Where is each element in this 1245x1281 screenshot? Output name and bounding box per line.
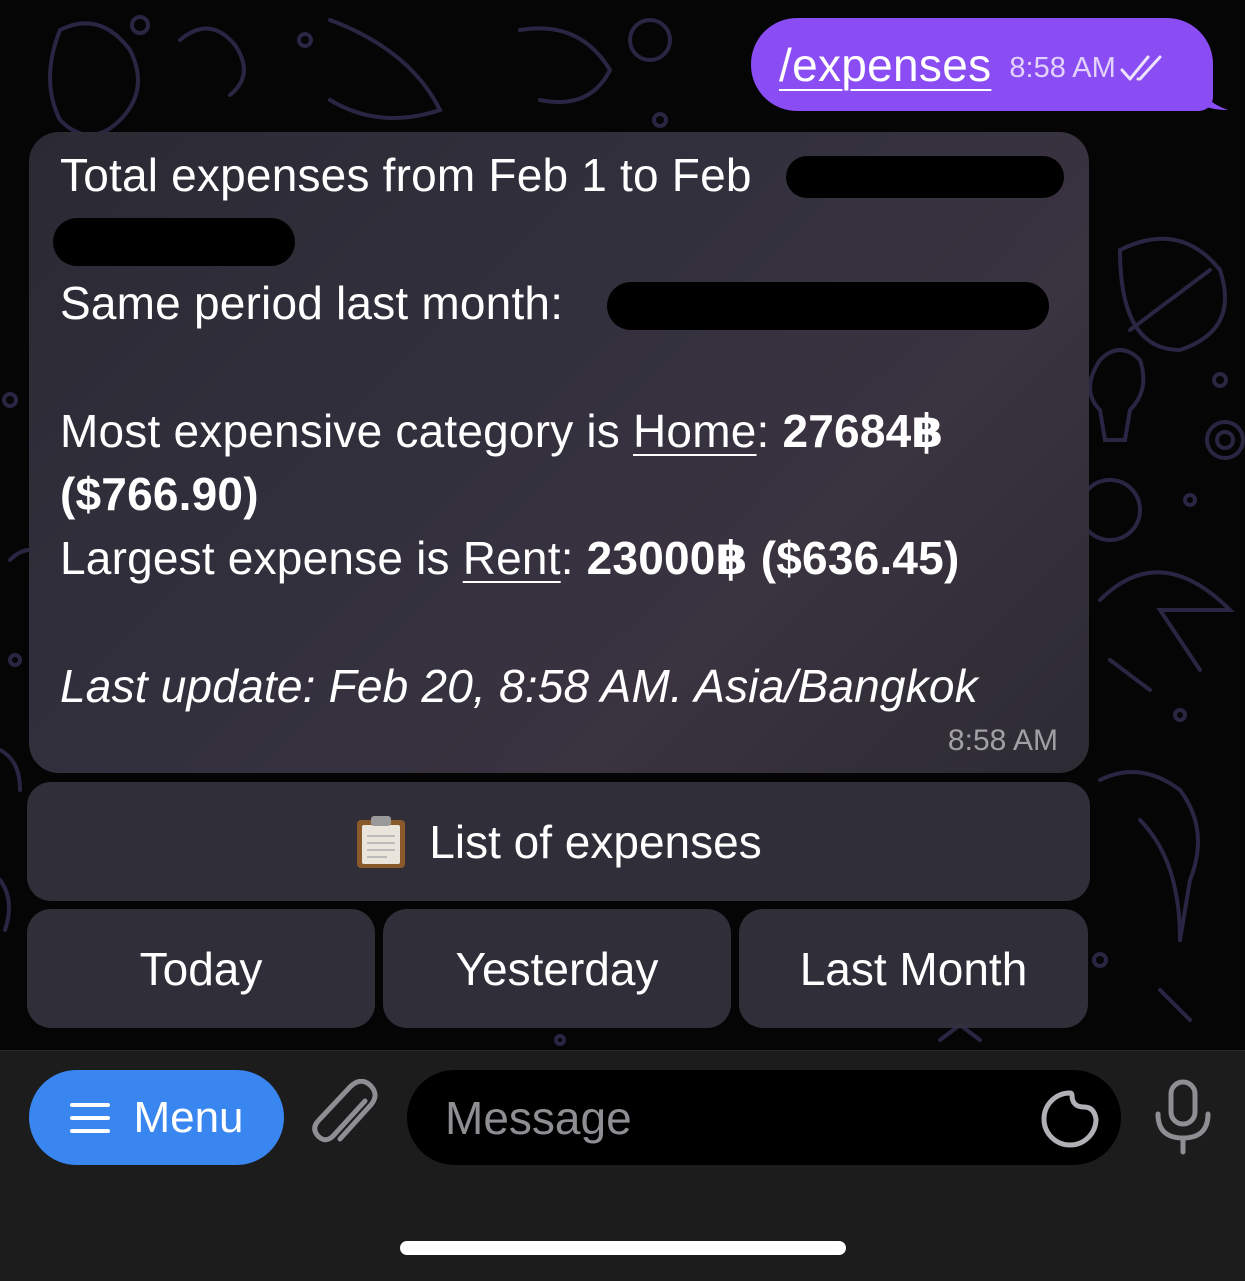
incoming-message-bubble: Total expenses from Feb 1 to Feb Same pe… [29,132,1089,773]
list-of-expenses-button[interactable]: List of expenses [27,782,1090,901]
redacted-value [607,282,1049,330]
outgoing-message-bubble[interactable]: /expenses 8:58 AM [751,18,1213,111]
category-home-link[interactable]: Home [633,405,757,457]
double-check-icon [1120,55,1162,80]
home-indicator[interactable] [400,1241,846,1255]
list-of-expenses-label: List of expenses [429,815,762,868]
today-button[interactable]: Today [27,909,375,1028]
clipboard-icon [357,815,406,868]
sticker-icon[interactable] [1040,1089,1100,1149]
hamburger-icon [70,1102,111,1133]
yesterday-label: Yesterday [455,942,659,995]
total-expenses-line: Total expenses from Feb 1 to Feb [60,149,752,201]
menu-label: Menu [133,1092,244,1142]
paperclip-icon[interactable] [310,1079,380,1154]
largest-expense-line: Largest expense is Rent: 23000฿ ($636.45… [60,532,960,584]
today-label: Today [139,942,263,995]
message-field[interactable] [407,1070,1121,1165]
message-input[interactable] [407,1070,1027,1165]
redacted-value [53,218,295,266]
most-expensive-category-line: Most expensive category is Home: 27684฿ [60,405,944,457]
last-month-button[interactable]: Last Month [739,909,1088,1028]
microphone-icon[interactable] [1150,1078,1216,1158]
yesterday-button[interactable]: Yesterday [383,909,731,1028]
bubble-tail [1196,78,1228,110]
last-update-line: Last update: Feb 20, 8:58 AM. Asia/Bangk… [60,660,978,712]
incoming-message-time: 8:58 AM [947,724,1058,757]
last-month-label: Last Month [799,942,1028,995]
redacted-value [786,156,1064,198]
message-input-bar: Menu [0,1050,1245,1281]
most-expensive-usd-line: ($766.90) [60,468,259,520]
same-period-line: Same period last month: [60,277,564,329]
menu-button[interactable]: Menu [29,1070,284,1165]
command-link[interactable]: /expenses [779,38,991,92]
outgoing-message-time: 8:58 AM [1009,52,1116,84]
expense-rent-link[interactable]: Rent [463,532,561,584]
